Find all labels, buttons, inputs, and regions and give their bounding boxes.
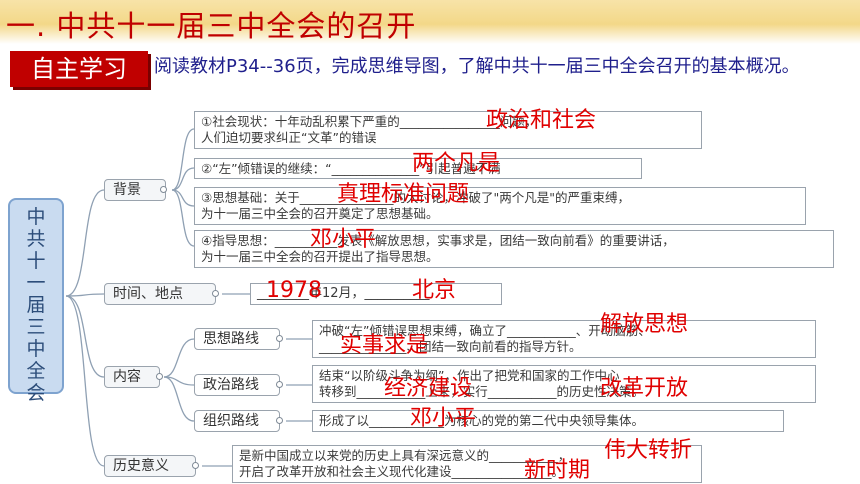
answer-economic-construction: 经济建设 [384, 376, 473, 401]
branch-collapse-dot [276, 381, 283, 388]
answer-truth-criterion: 真理标准问题 [337, 182, 470, 207]
answer-great-turning-point: 伟大转折 [604, 438, 693, 463]
background-item-3: ③思想基础：关于_______________的大讨论，冲破了"两个凡是"的严重… [194, 187, 806, 225]
background-item-4: ④指导思想：__________发表《解放思想，实事求是，团结一致向前看》的重要… [194, 230, 834, 268]
branch-collapse-dot [156, 373, 163, 380]
branch-significance: 历史意义 [104, 455, 196, 477]
background-item-1: ①社会现状：十年动乱积累下严重的________________问题， 人们迫切… [194, 111, 702, 149]
content-organizational-label: 组织路线 [194, 410, 280, 432]
branch-time-place: 时间、地点 [104, 283, 216, 305]
answer-year: 1978 [266, 278, 322, 303]
answer-emancipate-mind: 解放思想 [600, 312, 689, 337]
answer-deng-xiaoping-1: 邓小平 [310, 227, 377, 252]
answer-new-era: 新时期 [524, 458, 591, 483]
branch-collapse-dot [212, 290, 219, 297]
branch-content: 内容 [104, 366, 160, 388]
content-political-label: 政治路线 [194, 374, 280, 396]
answer-place: 北京 [412, 278, 457, 303]
content-ideological-label: 思想路线 [194, 328, 280, 350]
answer-two-whatevers: 两个凡是 [412, 151, 501, 176]
answer-seek-truth: 实事求是 [340, 333, 429, 358]
branch-background: 背景 [104, 179, 166, 201]
answer-political-social: 政治和社会 [486, 108, 597, 133]
branch-collapse-dot [276, 417, 283, 424]
answer-reform-opening: 改革开放 [600, 376, 689, 401]
mindmap-root: 中共十 一届三 中全会 [8, 198, 64, 404]
branch-collapse-dot [192, 462, 199, 469]
branch-collapse-dot [160, 186, 167, 193]
content-organizational-box: 形成了以____________为核心的党的第二代中央领导集体。 [312, 410, 784, 432]
answer-deng-xiaoping-2: 邓小平 [410, 406, 477, 431]
branch-collapse-dot [276, 335, 283, 342]
